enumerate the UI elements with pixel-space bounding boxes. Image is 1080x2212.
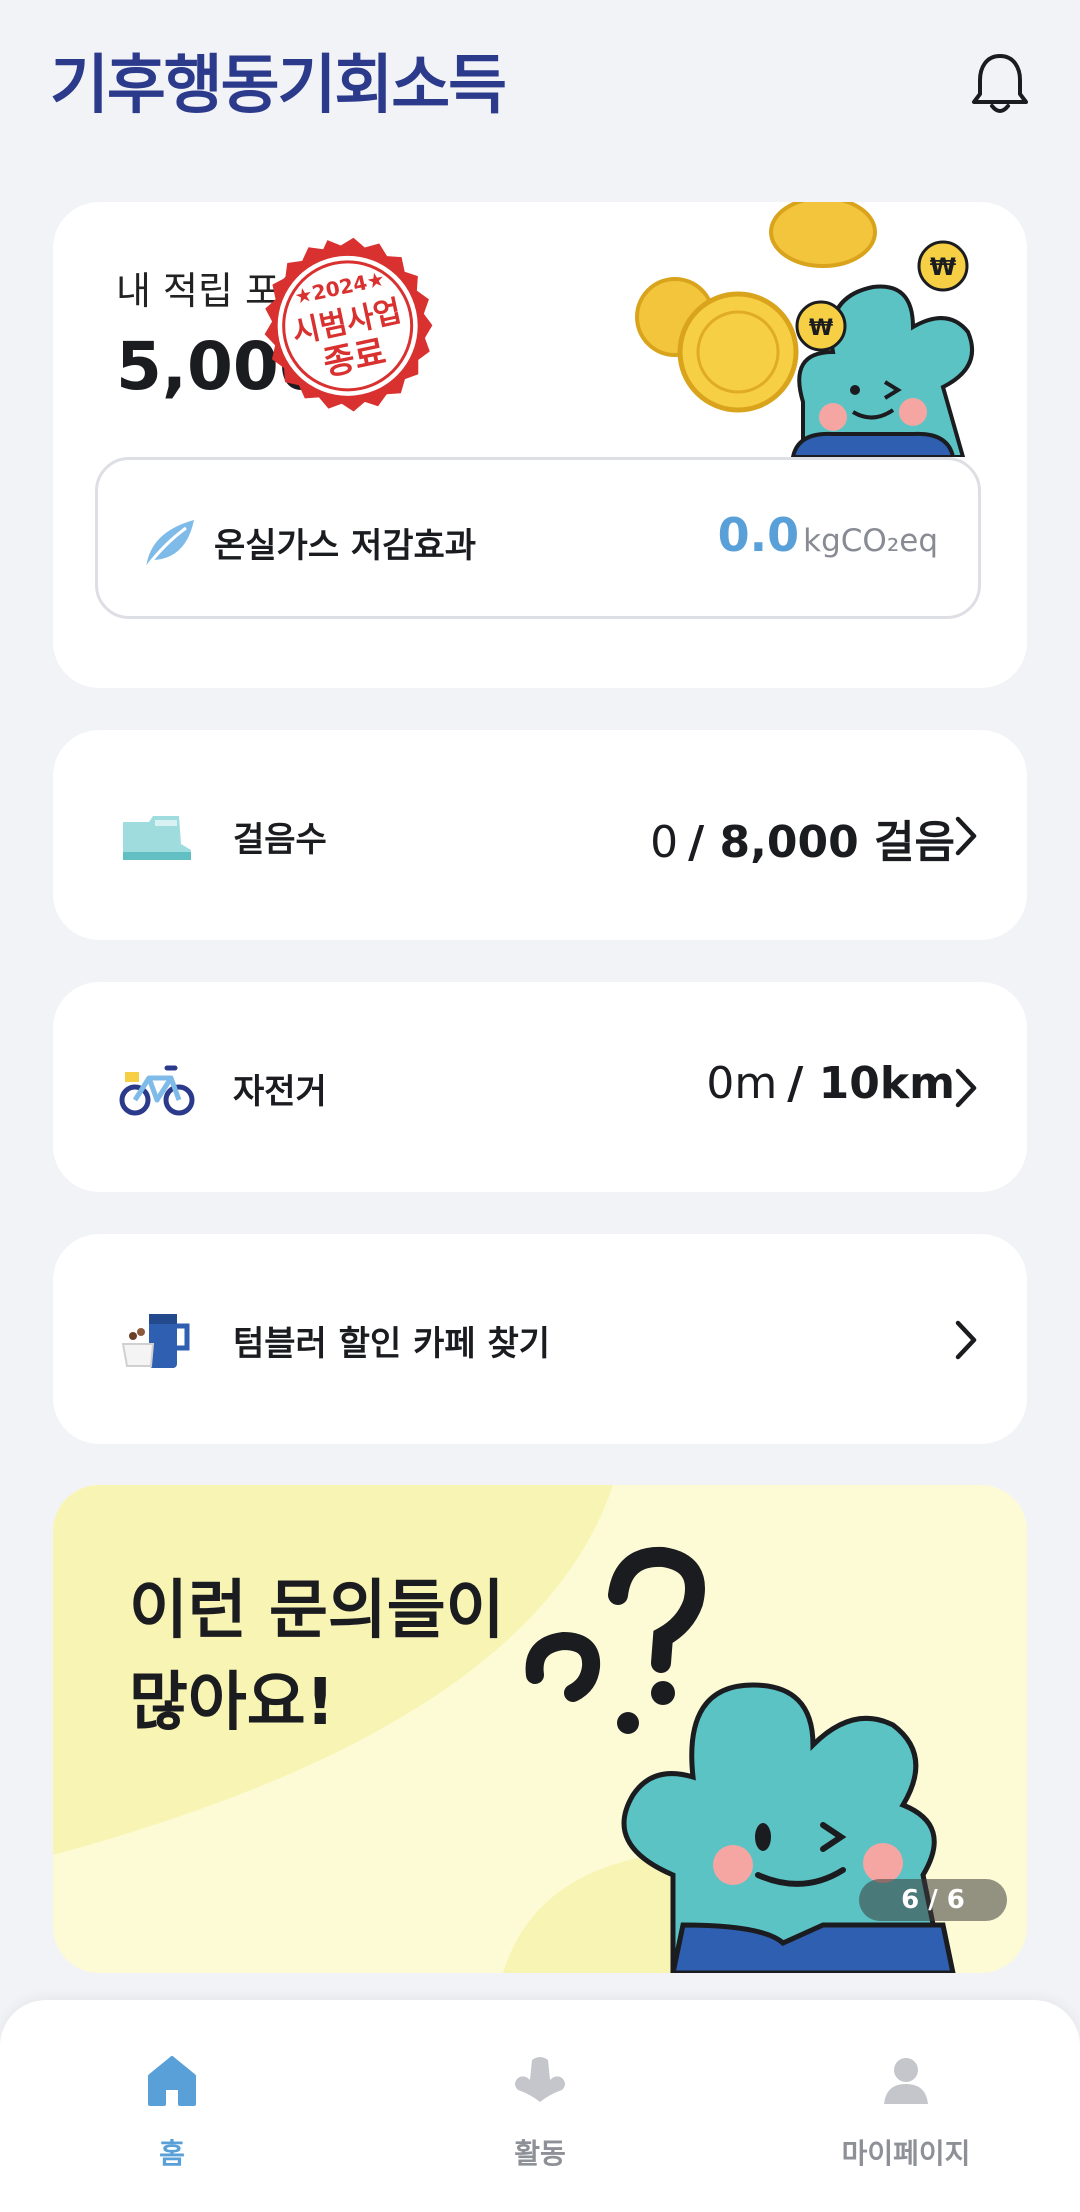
- tumbler-label: 텀블러 할인 카페 찾기: [233, 1324, 551, 1364]
- chevron-right-icon: [955, 816, 977, 856]
- tumbler-icon: [121, 1314, 190, 1368]
- bicycle-icon: [119, 1065, 195, 1116]
- banner-title: 이런 문의들이 많아요!: [129, 1565, 505, 1749]
- tab-home-label: 홈: [159, 2137, 185, 2170]
- faq-banner[interactable]: 이런 문의들이 많아요! 6 / 6: [53, 1485, 1027, 1973]
- svg-text:₩: ₩: [809, 316, 833, 341]
- tab-mypage[interactable]: 마이페이지: [786, 2050, 1026, 2172]
- ghg-reduction-box: 온실가스 저감효과 0.0 kgCO₂eq: [95, 457, 981, 619]
- header: 기후행동기회소득: [0, 0, 1080, 170]
- bike-value: 0m / 10km: [706, 1058, 955, 1109]
- person-icon: [884, 2058, 928, 2104]
- ghg-unit: kgCO₂eq: [803, 523, 938, 559]
- mascot-coins-illustration: ₩ ₩: [635, 202, 974, 457]
- tab-activity[interactable]: 활동: [420, 2050, 660, 2172]
- ghg-value-group: 0.0 kgCO₂eq: [718, 508, 938, 562]
- ghg-label: 온실가스 저감효과: [214, 526, 477, 566]
- banner-line1: 이런 문의들이: [129, 1574, 505, 1648]
- home-icon: [148, 2056, 196, 2106]
- chevron-right-icon: [955, 1068, 977, 1108]
- program-ended-stamp: ★2024★ 시범사업 종료: [264, 237, 433, 412]
- bottom-tab-bar: 홈 활동 마이페이지: [0, 2000, 1080, 2212]
- bike-card[interactable]: 자전거 0m / 10km: [53, 982, 1027, 1192]
- steps-card[interactable]: 걸음수 0 / 8,000 걸음: [53, 730, 1027, 940]
- steps-value: 0 / 8,000 걸음: [650, 806, 955, 870]
- shoe-icon: [123, 816, 191, 860]
- tumbler-cafe-card[interactable]: 텀블러 할인 카페 찾기: [53, 1234, 1027, 1444]
- banner-page-counter: 6 / 6: [859, 1879, 1007, 1921]
- tab-activity-label: 활동: [514, 2137, 566, 2170]
- bike-current: 0m: [706, 1058, 778, 1109]
- tab-mypage-label: 마이페이지: [841, 2137, 971, 2170]
- leaf-icon: [144, 520, 194, 569]
- ghg-value: 0.0: [717, 508, 800, 562]
- bike-goal: / 10km: [787, 1058, 955, 1109]
- tab-home[interactable]: 홈: [52, 2050, 292, 2172]
- app-logo: 기후행동기회소득: [50, 49, 507, 123]
- steps-label: 걸음수: [233, 820, 327, 860]
- bike-label: 자전거: [233, 1072, 327, 1112]
- svg-text:₩: ₩: [930, 253, 957, 281]
- bell-icon[interactable]: [968, 48, 1032, 118]
- points-card: 내 적립 포인트 5,000 ★2024★ 시범사업 종료 ₩ ₩ 온실가스 저…: [53, 202, 1027, 688]
- banner-line2: 많아요!: [129, 1666, 335, 1740]
- chevron-right-icon: [955, 1320, 977, 1360]
- steps-current: 0: [650, 817, 679, 868]
- steps-goal: / 8,000 걸음: [688, 817, 955, 868]
- activity-icon: [515, 2057, 565, 2102]
